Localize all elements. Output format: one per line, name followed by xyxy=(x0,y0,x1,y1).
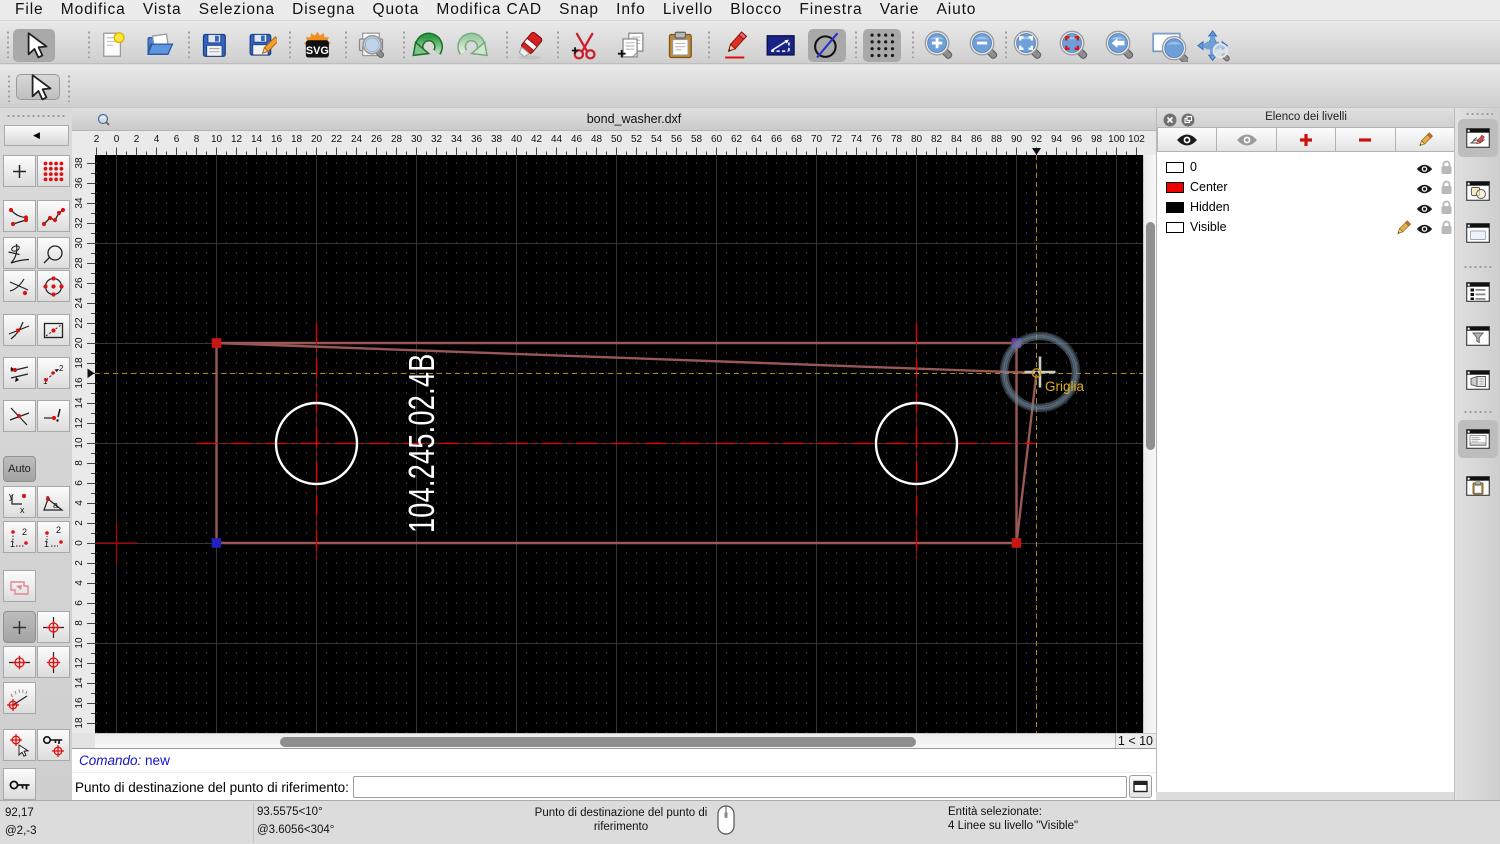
svg-text:104.245.02.4B: 104.245.02.4B xyxy=(401,354,442,533)
svg-text:y: y xyxy=(9,491,14,501)
svg-text:2: 2 xyxy=(59,364,64,373)
svg-text:1: 1 xyxy=(44,539,49,549)
svg-text:SVG: SVG xyxy=(306,45,329,57)
svg-text:2: 2 xyxy=(56,525,61,535)
svg-text:x: x xyxy=(20,505,25,515)
svg-text:a: a xyxy=(53,500,58,510)
svg-text:Griglia: Griglia xyxy=(1045,379,1085,394)
svg-text:1: 1 xyxy=(10,539,15,549)
svg-text:2: 2 xyxy=(22,527,27,537)
